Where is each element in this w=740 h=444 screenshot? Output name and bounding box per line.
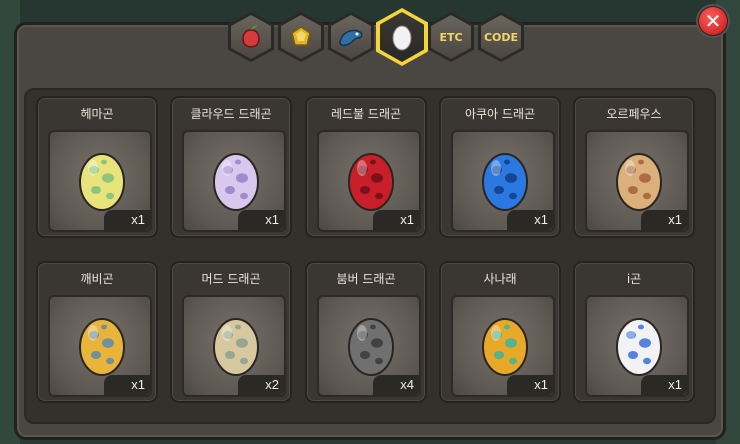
- tab-code-label: CODE: [483, 30, 519, 44]
- egg-name: 레드불 드래곤: [330, 107, 402, 121]
- egg-card[interactable]: 클라우드 드래곤 x1: [170, 96, 292, 238]
- tab-etc[interactable]: ETC: [428, 12, 474, 62]
- egg-slot: x1: [451, 295, 555, 397]
- egg-icon: [79, 318, 125, 376]
- egg-count: x4: [373, 375, 419, 395]
- egg-name: 아쿠아 드래곤: [464, 107, 536, 121]
- tab-etc-label: ETC: [439, 30, 463, 44]
- egg-card[interactable]: 깨비곤 x1: [36, 261, 158, 403]
- egg-icon: [213, 318, 259, 376]
- egg-name: 머드 드래곤: [201, 272, 261, 286]
- egg-card[interactable]: i곤 x1: [573, 261, 695, 403]
- egg-slot: x1: [585, 130, 689, 232]
- egg-name: 사나래: [483, 272, 517, 286]
- dragon-icon: [339, 29, 363, 47]
- egg-count: x1: [507, 210, 553, 230]
- egg-card[interactable]: 오르페우스 x1: [573, 96, 695, 238]
- egg-icon: [348, 318, 394, 376]
- gem-icon: [291, 26, 311, 46]
- egg-name: i곤: [626, 272, 642, 286]
- egg-icon: [79, 153, 125, 211]
- egg-count: x1: [507, 375, 553, 395]
- egg-name: 깨비곤: [80, 272, 114, 286]
- egg-slot: x1: [317, 130, 421, 232]
- egg-icon: [392, 25, 412, 51]
- egg-card[interactable]: 붐버 드래곤 x4: [305, 261, 427, 403]
- egg-card[interactable]: 레드불 드래곤 x1: [305, 96, 427, 238]
- tab-code[interactable]: CODE: [478, 12, 524, 62]
- egg-icon: [482, 153, 528, 211]
- egg-icon: [482, 318, 528, 376]
- egg-count: x1: [373, 210, 419, 230]
- egg-name: 붐버 드래곤: [336, 272, 396, 286]
- egg-slot: x2: [182, 295, 286, 397]
- egg-slot: x1: [451, 130, 555, 232]
- egg-name: 클라우드 드래곤: [190, 107, 272, 121]
- tab-fruit[interactable]: [228, 12, 274, 62]
- egg-slot: x1: [48, 130, 152, 232]
- egg-name: 오르페우스: [606, 107, 662, 121]
- egg-icon: [213, 153, 259, 211]
- egg-icon: [348, 153, 394, 211]
- egg-icon: [616, 318, 662, 376]
- tab-gem[interactable]: [278, 12, 324, 62]
- fruit-icon: [242, 25, 260, 48]
- egg-slot: x1: [48, 295, 152, 397]
- close-button[interactable]: ✕: [696, 4, 730, 38]
- category-tabs: ETC CODE: [228, 8, 524, 66]
- egg-count: x1: [238, 210, 284, 230]
- egg-slot: x1: [182, 130, 286, 232]
- egg-slot: x1: [585, 295, 689, 397]
- egg-card[interactable]: 아쿠아 드래곤 x1: [439, 96, 561, 238]
- close-icon: ✕: [699, 7, 727, 35]
- tab-egg[interactable]: [376, 8, 428, 66]
- egg-count: x1: [641, 210, 687, 230]
- egg-count: x1: [104, 210, 150, 230]
- egg-card[interactable]: 머드 드래곤 x2: [170, 261, 292, 403]
- egg-slot: x4: [317, 295, 421, 397]
- egg-card[interactable]: 헤마곤 x1: [36, 96, 158, 238]
- egg-count: x2: [238, 375, 284, 395]
- tab-dragon[interactable]: [328, 12, 374, 62]
- egg-name: 헤마곤: [80, 107, 114, 121]
- egg-icon: [616, 153, 662, 211]
- egg-count: x1: [104, 375, 150, 395]
- egg-card[interactable]: 사나래 x1: [439, 261, 561, 403]
- egg-count: x1: [641, 375, 687, 395]
